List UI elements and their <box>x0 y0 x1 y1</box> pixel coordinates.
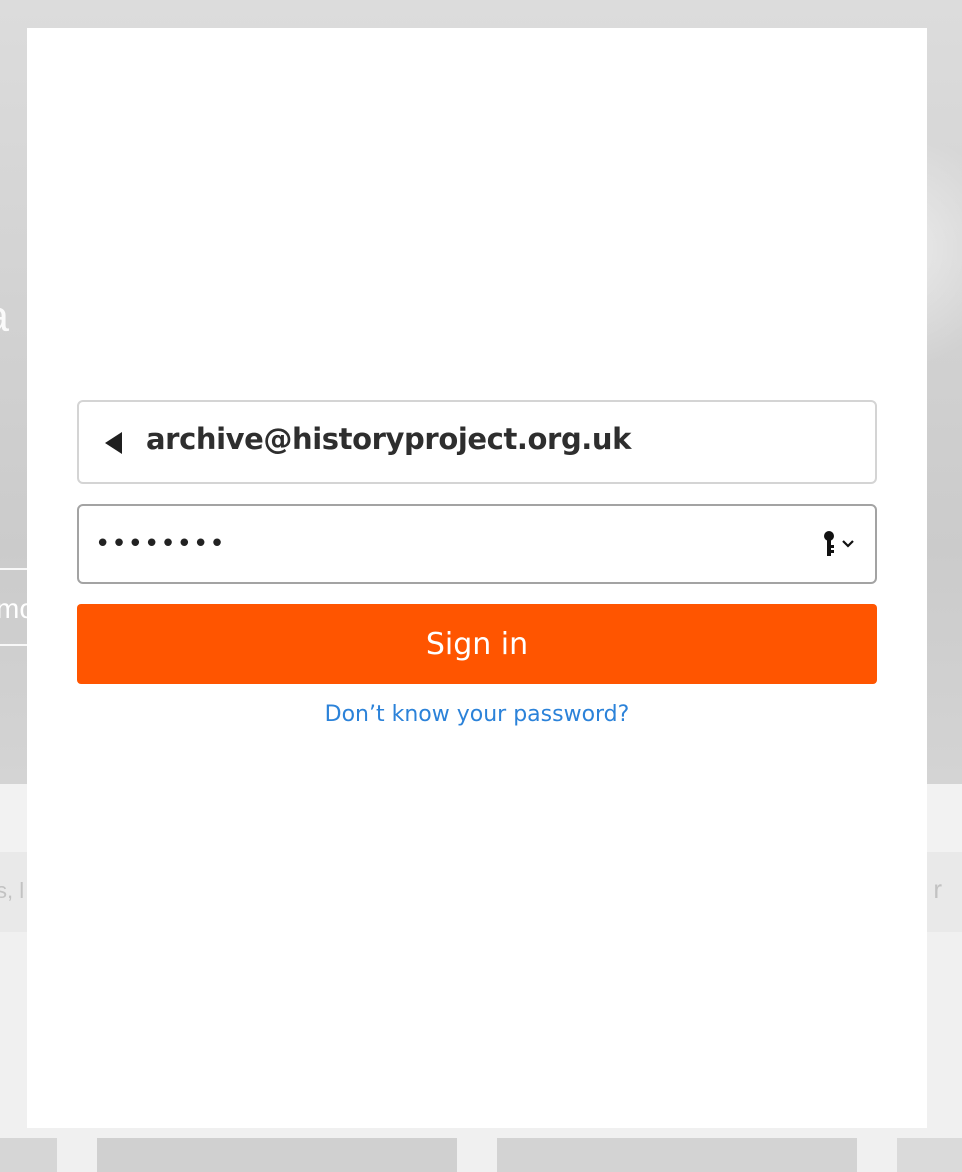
password-input[interactable] <box>95 516 795 572</box>
chevron-down-icon <box>842 540 854 548</box>
forgot-password-link[interactable]: Don’t know your password? <box>27 702 927 727</box>
signin-button[interactable]: Sign in <box>77 604 877 684</box>
key-icon <box>824 531 854 556</box>
back-arrow-icon[interactable] <box>105 432 122 454</box>
password-field[interactable] <box>77 504 877 584</box>
email-value: archive@historyproject.org.uk <box>146 422 632 456</box>
background-card <box>0 1138 57 1172</box>
password-manager-button[interactable] <box>823 530 857 560</box>
background-card <box>97 1138 457 1172</box>
signin-modal: archive@historyproject.org.uk Sign in Do… <box>27 28 927 1128</box>
email-field[interactable]: archive@historyproject.org.uk <box>77 400 877 484</box>
strip-text-right: r <box>933 874 942 904</box>
background-card <box>497 1138 857 1172</box>
strip-text-left: s, l <box>0 878 25 903</box>
hero-heading-line-2: ea <box>0 292 9 342</box>
background-card <box>897 1138 962 1172</box>
